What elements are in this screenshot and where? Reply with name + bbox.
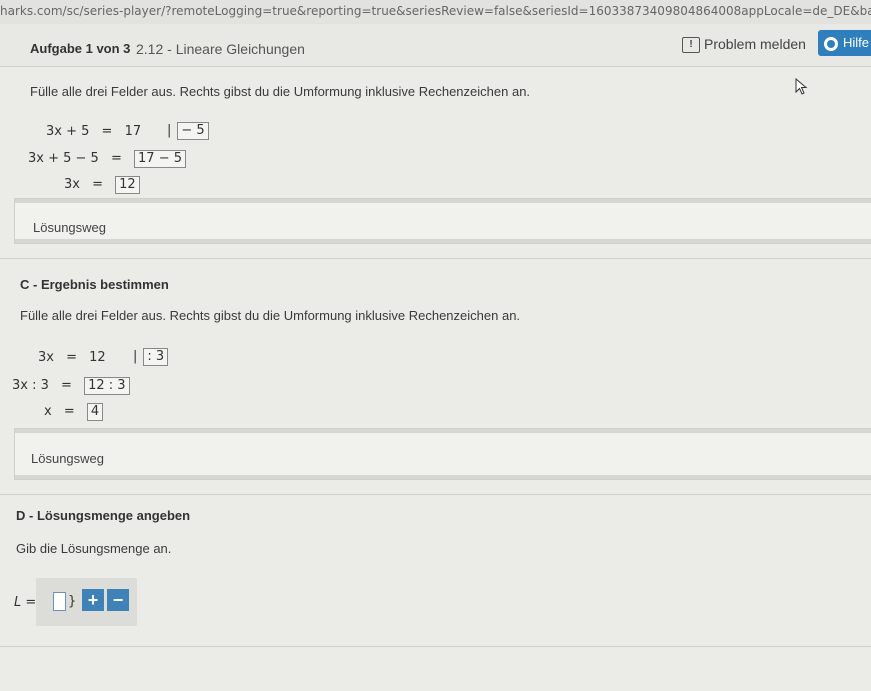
equation-lhs: 3x + 5	[46, 124, 90, 139]
transformation-box[interactable]: : 3	[143, 348, 169, 366]
answer-box[interactable]: 12 : 3	[84, 377, 130, 395]
solution-path-label: Lösungsweg	[31, 451, 104, 466]
lesson-title: 2.12 - Lineare Gleichungen	[136, 41, 305, 57]
panel-bottom-bar	[15, 475, 871, 479]
panel-top-bar	[15, 429, 871, 433]
remove-element-button[interactable]: −	[107, 589, 129, 611]
equation-rhs: 17	[124, 124, 142, 139]
add-element-button[interactable]: +	[82, 589, 104, 611]
equation-lhs: 3x + 5 − 5	[28, 151, 99, 166]
section-c-instruction: Fülle alle drei Felder aus. Rechts gibst…	[20, 308, 521, 323]
report-problem-button[interactable]: ! Problem melden	[676, 33, 812, 55]
transformation-cell: | − 5	[167, 122, 209, 140]
equals-sign: =	[110, 151, 122, 166]
equation-row: 3x + 5 − 5 = 17 − 5	[28, 150, 186, 168]
equation-row: 3x = 12	[64, 176, 140, 194]
equation-lhs: x	[44, 404, 52, 419]
separator: |	[167, 123, 172, 138]
plus-icon: +	[87, 590, 99, 610]
panel-top-bar	[15, 199, 871, 203]
section-c-title: C - Ergebnis bestimmen	[20, 277, 169, 292]
equals-sign: =	[63, 404, 75, 419]
equation-lhs: 3x	[38, 350, 54, 365]
answer-box[interactable]: 4	[86, 403, 104, 421]
equals-sign: =	[101, 124, 113, 139]
equation-row: 3x + 5 = 17	[46, 124, 141, 139]
transformation-box[interactable]: − 5	[177, 122, 209, 140]
mouse-cursor-icon	[795, 78, 808, 95]
equation-rhs: 12	[89, 350, 106, 365]
solution-set-suffix: }	[68, 594, 77, 609]
equals-sign: =	[66, 350, 78, 365]
section-divider	[0, 646, 871, 647]
lifebuoy-icon	[824, 36, 838, 51]
solution-path-panel[interactable]: Lösungsweg	[14, 198, 871, 244]
equation-lhs: 3x : 3	[12, 378, 49, 393]
top-bar: Aufgabe 1 von 3 2.12 - Lineare Gleichung…	[0, 24, 871, 67]
solution-path-label: Lösungsweg	[33, 220, 106, 235]
section-d-instruction: Gib die Lösungsmenge an.	[16, 541, 172, 556]
separator: |	[133, 349, 138, 364]
section-d-title: D - Lösungsmenge angeben	[16, 508, 191, 523]
equals-sign: =	[61, 378, 72, 393]
equals-sign: =	[92, 177, 104, 192]
answer-box[interactable]: 12	[115, 176, 140, 194]
equation-lhs: 3x	[64, 177, 80, 192]
equation-row: 3x : 3 = 12 : 3	[12, 377, 130, 395]
equation-row: x = 4	[44, 403, 104, 421]
task-count: Aufgabe 1 von 3	[30, 41, 131, 56]
transformation-cell: | : 3	[133, 348, 169, 366]
answer-box[interactable]: 17 − 5	[134, 150, 186, 168]
help-button[interactable]: Hilfe	[818, 30, 871, 56]
url-text: harks.com/sc/series-player/?remoteLoggin…	[0, 4, 871, 18]
solution-path-panel[interactable]: Lösungsweg	[14, 428, 871, 480]
help-label: Hilfe	[843, 35, 870, 50]
section-divider	[0, 494, 871, 495]
exclamation-icon: !	[682, 37, 700, 54]
panel-bottom-bar	[15, 239, 871, 243]
section-divider	[0, 258, 871, 259]
section-b-instruction: Fülle alle drei Felder aus. Rechts gibst…	[30, 84, 531, 99]
equation-row: 3x = 12	[38, 350, 106, 365]
solution-set-input[interactable]	[53, 592, 66, 611]
report-problem-label: Problem melden	[704, 36, 806, 52]
address-bar[interactable]: harks.com/sc/series-player/?remoteLoggin…	[0, 0, 871, 25]
minus-icon: −	[112, 590, 124, 610]
